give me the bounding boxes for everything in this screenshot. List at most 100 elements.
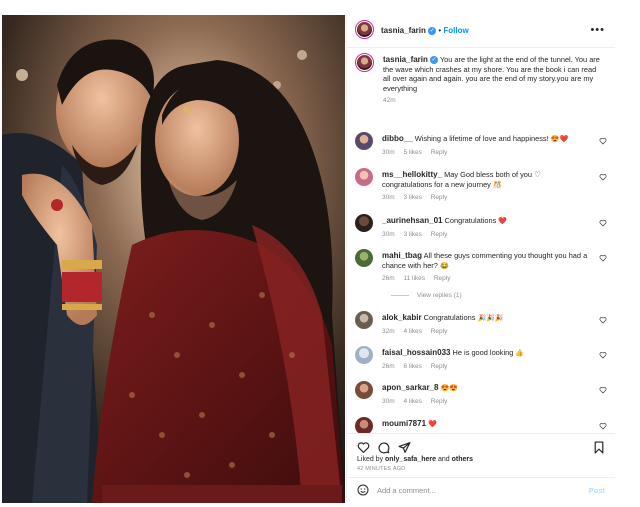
comment-username[interactable]: mahi_tbag bbox=[382, 251, 422, 260]
comment-avatar[interactable] bbox=[355, 417, 373, 433]
comment-text: Congratulations bbox=[423, 313, 476, 322]
comment-meta: 26m 6 likes Reply bbox=[382, 362, 592, 372]
like-comment-heart-icon[interactable] bbox=[599, 386, 607, 394]
comment-emoji: ❤️ bbox=[498, 218, 508, 225]
caption-username[interactable]: tasnia_farin bbox=[383, 55, 428, 64]
liked-by-suffix: and bbox=[437, 456, 450, 463]
comment-meta: 30m 3 likes Reply bbox=[382, 230, 592, 240]
like-comment-heart-icon[interactable] bbox=[599, 422, 607, 430]
comment-meta: 30m 4 likes Reply bbox=[382, 397, 592, 407]
caption-avatar bbox=[357, 55, 372, 70]
comment-time: 26m bbox=[382, 362, 395, 370]
comment-username[interactable]: _aurinehsan_01 bbox=[382, 216, 442, 225]
reply-button[interactable]: Reply bbox=[431, 328, 448, 335]
post-header: tasnia_farin ✓ • Follow ••• bbox=[347, 15, 615, 48]
comment-body: _aurinehsan_01 Congratulations ❤️ 30m 3 … bbox=[382, 216, 592, 239]
like-comment-heart-icon[interactable] bbox=[599, 173, 607, 181]
author-avatar bbox=[357, 22, 372, 37]
liked-by-others[interactable]: others bbox=[452, 456, 473, 463]
comment-time: 30m bbox=[382, 194, 395, 202]
like-comment-heart-icon[interactable] bbox=[599, 219, 607, 227]
comment-likes[interactable]: 5 likes bbox=[403, 149, 421, 156]
comment-body: alok_kabir Congratulations 🎉🎉🎉 32m 4 lik… bbox=[382, 313, 592, 336]
comment-username[interactable]: faisal_hossain033 bbox=[382, 348, 450, 357]
comment-text: He is good looking bbox=[452, 348, 514, 357]
post-comment-button[interactable]: Post bbox=[589, 486, 605, 495]
comment-emoji: 🎊 bbox=[492, 181, 502, 189]
comment-emoji: 👍 bbox=[515, 350, 525, 357]
reply-button[interactable]: Reply bbox=[431, 231, 448, 238]
liked-by-line: Liked by only_safa_here and others bbox=[357, 456, 473, 463]
follow-button[interactable]: Follow bbox=[443, 26, 468, 35]
comment-time: 26m bbox=[382, 275, 395, 283]
view-replies-button[interactable]: View replies (1) bbox=[391, 292, 462, 299]
emoji-icon[interactable] bbox=[357, 484, 369, 496]
comment-avatar[interactable] bbox=[355, 214, 373, 232]
comment-avatar[interactable] bbox=[355, 249, 373, 267]
more-options-icon[interactable]: ••• bbox=[590, 24, 605, 36]
comment-time: 30m bbox=[382, 148, 395, 156]
comment-likes[interactable]: 4 likes bbox=[403, 398, 421, 405]
like-comment-heart-icon[interactable] bbox=[599, 351, 607, 359]
comment-avatar[interactable] bbox=[355, 311, 373, 329]
caption-avatar-ring[interactable] bbox=[355, 53, 374, 72]
comment-emoji: 🎉🎉🎉 bbox=[477, 315, 504, 322]
comment-body: ms__hellokitty_ May God bless both of yo… bbox=[382, 170, 592, 203]
comment-icon[interactable] bbox=[377, 441, 390, 454]
couple-photo-illustration bbox=[2, 15, 345, 503]
comment-emoji: ❤️ bbox=[428, 421, 437, 428]
reply-button[interactable]: Reply bbox=[431, 398, 448, 405]
author-username[interactable]: tasnia_farin bbox=[381, 26, 426, 35]
comment-likes[interactable]: 11 likes bbox=[403, 275, 425, 282]
comment-likes[interactable]: 3 likes bbox=[403, 194, 421, 201]
comment-body: mahi_tbag All these guys commenting you … bbox=[382, 251, 592, 284]
comment-username[interactable]: dibbo__ bbox=[382, 134, 413, 143]
caption-text-block: tasnia_farin ✓ You are the light at the … bbox=[383, 55, 605, 106]
comment-username[interactable]: apon_sarkar_8 bbox=[382, 383, 438, 392]
comment-avatar[interactable] bbox=[355, 132, 373, 150]
bookmark-icon[interactable] bbox=[593, 441, 605, 454]
comment-emoji: 😂 bbox=[439, 262, 449, 270]
post-photo[interactable] bbox=[2, 15, 345, 503]
comment-meta: 30m 3 likes Reply bbox=[382, 193, 592, 203]
comment-emoji: 😍😍 bbox=[440, 385, 458, 392]
comment-avatar[interactable] bbox=[355, 168, 373, 186]
reply-button[interactable]: Reply bbox=[431, 149, 448, 156]
comment-body: apon_sarkar_8 😍😍 30m 4 likes Reply bbox=[382, 383, 592, 406]
comment-username[interactable]: ms__hellokitty_ bbox=[382, 170, 442, 179]
reply-button[interactable]: Reply bbox=[434, 275, 451, 282]
comment-time: 32m bbox=[382, 327, 395, 335]
caption-time: 42m bbox=[383, 97, 396, 105]
comment-avatar[interactable] bbox=[355, 381, 373, 399]
like-comment-heart-icon[interactable] bbox=[599, 316, 607, 324]
comment-body: moumi7871 ❤️ bbox=[382, 419, 592, 430]
comment-username[interactable]: moumi7871 bbox=[382, 419, 426, 428]
add-comment-bar: Add a comment... Post bbox=[347, 477, 615, 504]
comment-likes[interactable]: 4 likes bbox=[403, 328, 421, 335]
comment-avatar[interactable] bbox=[355, 346, 373, 364]
reply-button[interactable]: Reply bbox=[431, 363, 448, 370]
share-icon[interactable] bbox=[398, 441, 411, 454]
post-side-panel: tasnia_farin ✓ • Follow ••• tasnia_farin… bbox=[346, 15, 615, 503]
comment-username[interactable]: alok_kabir bbox=[382, 313, 422, 322]
comment-body: faisal_hossain033 He is good looking 👍 2… bbox=[382, 348, 592, 371]
liked-by-user[interactable]: only_safa_here bbox=[385, 456, 436, 463]
heart-icon[interactable] bbox=[357, 441, 370, 454]
author-line: tasnia_farin ✓ • Follow bbox=[381, 26, 469, 35]
comment-time: 30m bbox=[382, 397, 395, 405]
comment-likes[interactable]: 3 likes bbox=[403, 231, 421, 238]
comments-feed[interactable]: tasnia_farin ✓ You are the light at the … bbox=[347, 48, 615, 433]
comment-text: Congratulations bbox=[444, 216, 497, 225]
reply-button[interactable]: Reply bbox=[431, 194, 448, 201]
liked-by-prefix: Liked by bbox=[357, 456, 384, 463]
like-comment-heart-icon[interactable] bbox=[599, 254, 607, 262]
verified-badge-icon: ✓ bbox=[428, 26, 437, 35]
add-comment-input[interactable]: Add a comment... bbox=[377, 486, 436, 495]
comment-likes[interactable]: 6 likes bbox=[403, 363, 421, 370]
like-comment-heart-icon[interactable] bbox=[599, 137, 607, 145]
comment-body: dibbo__ Wishing a lifetime of love and h… bbox=[382, 134, 592, 157]
comment-meta: 30m 5 likes Reply bbox=[382, 148, 592, 158]
author-avatar-ring[interactable] bbox=[355, 20, 374, 39]
instagram-post-modal: tasnia_farin ✓ • Follow ••• tasnia_farin… bbox=[0, 0, 640, 507]
comment-time: 30m bbox=[382, 230, 395, 238]
